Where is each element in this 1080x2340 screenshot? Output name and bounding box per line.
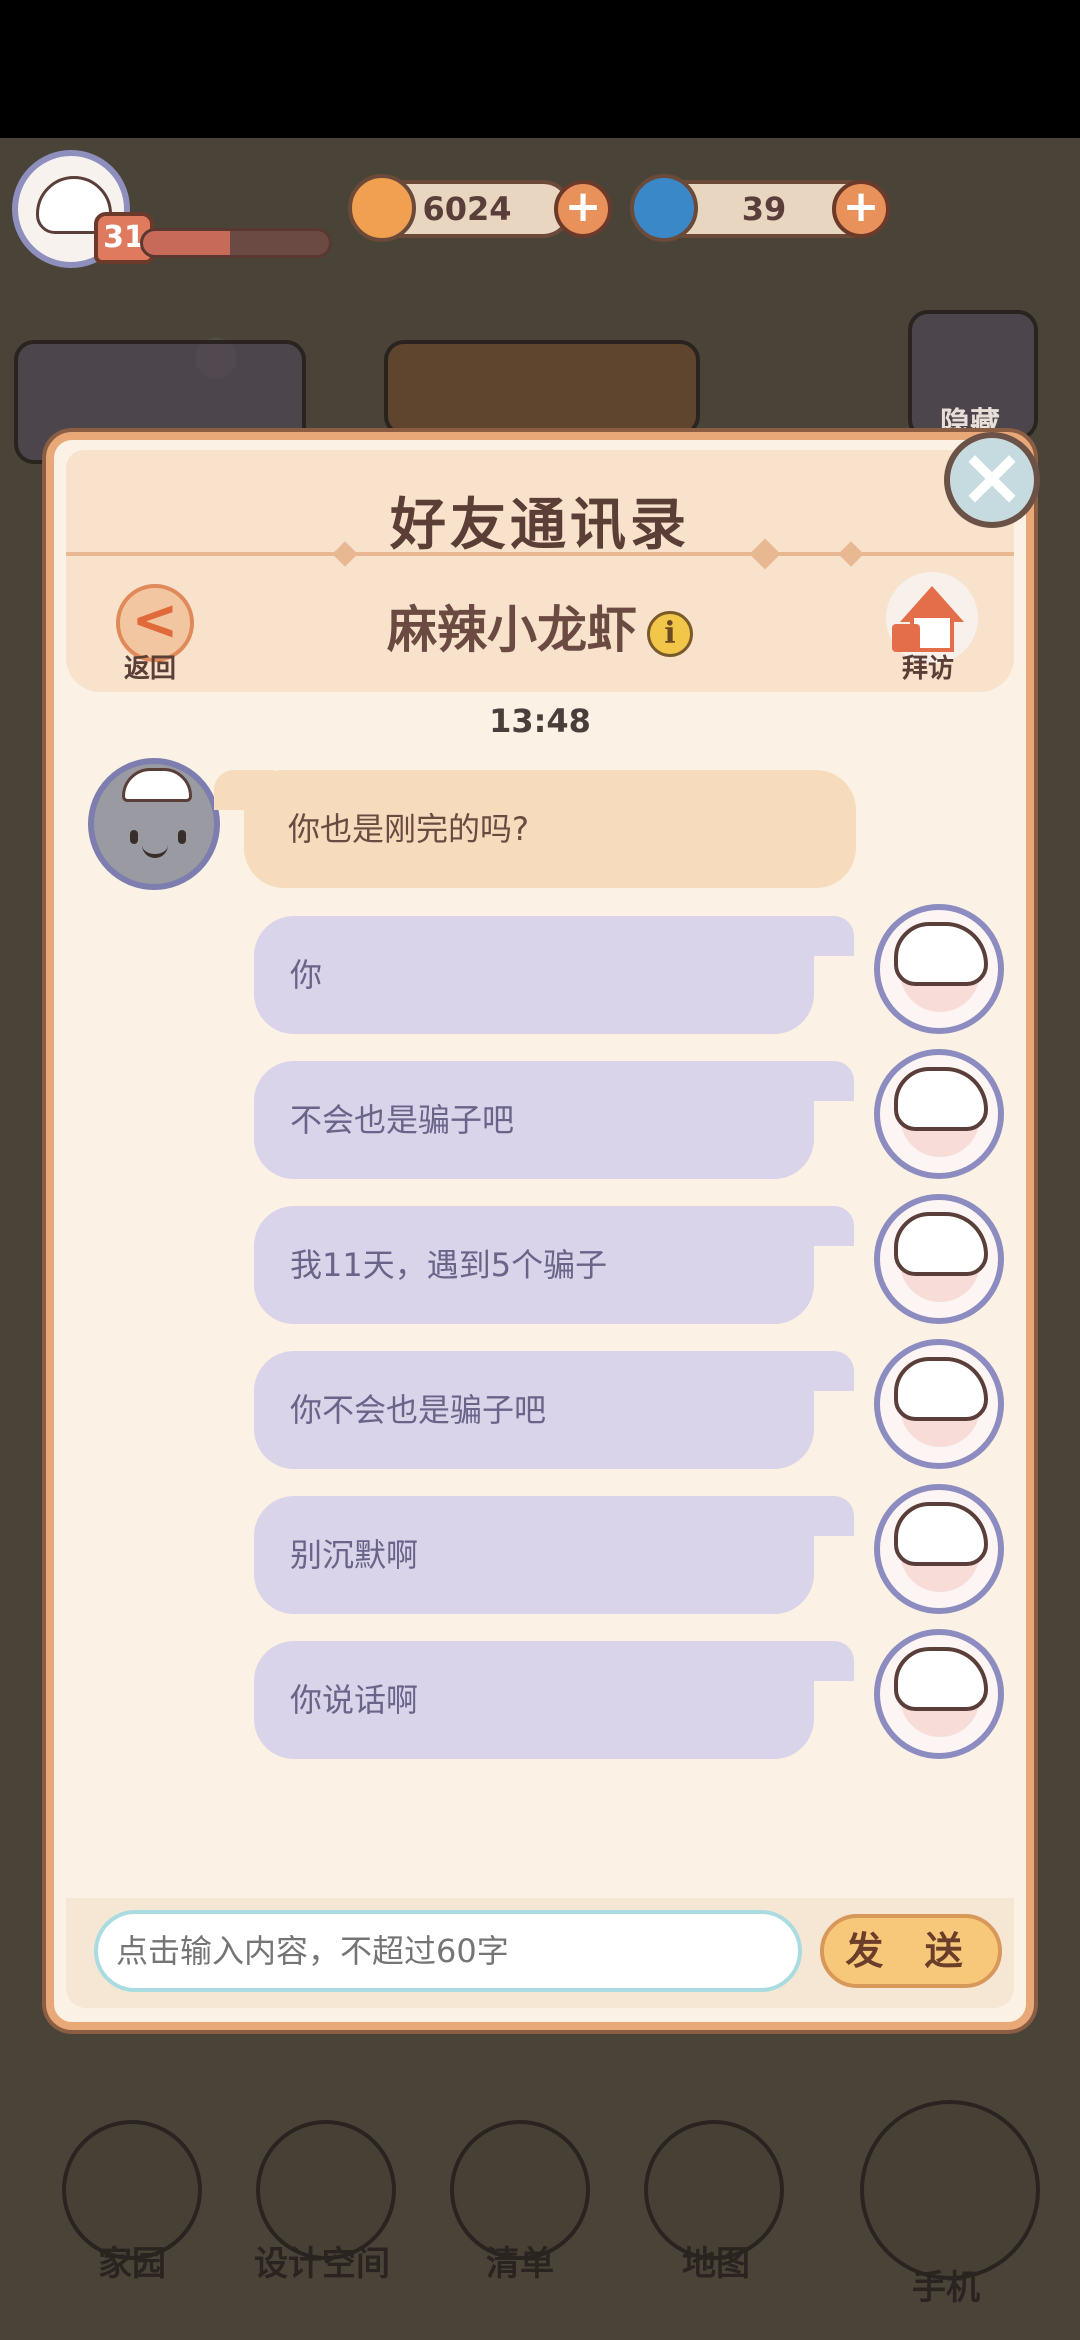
outgoing-message: 你说话啊 <box>254 1641 854 1759</box>
incoming-message: 你也是刚完的吗? <box>214 770 856 888</box>
message-timestamp: 13:48 <box>489 702 591 740</box>
my-avatar <box>874 1629 1004 1759</box>
send-button[interactable]: 发 送 <box>820 1914 1002 1988</box>
nav-checklist-label: 清单 <box>486 2244 554 2284</box>
my-avatar <box>874 1049 1004 1179</box>
chef-hat <box>122 768 192 802</box>
house-icon <box>900 586 964 622</box>
my-avatar <box>874 1484 1004 1614</box>
my-avatar <box>874 904 1004 1034</box>
swirl-gem-icon <box>630 174 698 242</box>
friend-mouth <box>142 844 168 858</box>
xp-bar <box>140 228 332 258</box>
message-input[interactable] <box>94 1910 802 1992</box>
outgoing-message: 你 <box>254 916 854 1034</box>
info-icon[interactable]: i <box>647 610 693 657</box>
friend-eye <box>130 830 138 844</box>
visit-label: 拜访 <box>902 654 955 684</box>
nav-map-label: 地图 <box>682 2244 750 2284</box>
dialog-title: 好友通讯录 <box>390 493 690 558</box>
my-avatar <box>874 1339 1004 1469</box>
outgoing-message: 我11天，遇到5个骗子 <box>254 1206 854 1324</box>
xp-bar-fill <box>143 231 231 255</box>
contact-name: 麻辣小龙虾 <box>387 601 637 659</box>
add-gems-button[interactable]: + <box>832 180 890 238</box>
nav-phone-button[interactable] <box>860 2100 1040 2280</box>
header-divider <box>66 552 1014 556</box>
background-banner-2 <box>384 340 700 436</box>
contact-name-row: 麻辣小龙虾 i <box>54 590 1026 662</box>
outgoing-message: 别沉默啊 <box>254 1496 854 1614</box>
add-coins-button[interactable]: + <box>554 180 612 238</box>
friend-eye <box>178 830 186 844</box>
close-icon[interactable]: × <box>944 432 1040 528</box>
coin-icon <box>348 174 416 242</box>
nav-home-label: 家园 <box>98 2244 166 2284</box>
friends-contacts-dialog: 好友通讯录 < 返回 麻辣小龙虾 i 拜访 13:48 你也是刚完的吗? 你 不会… <box>46 432 1034 2030</box>
nav-design-label: 设计空间 <box>254 2244 390 2284</box>
my-avatar <box>874 1194 1004 1324</box>
hide-ui-button[interactable]: 隐藏 <box>908 310 1038 441</box>
friend-avatar[interactable] <box>88 758 220 890</box>
status-bar <box>0 0 1080 138</box>
outgoing-message: 你不会也是骗子吧 <box>254 1351 854 1469</box>
outgoing-message: 不会也是骗子吧 <box>254 1061 854 1179</box>
nav-phone-label: 手机 <box>912 2268 980 2308</box>
